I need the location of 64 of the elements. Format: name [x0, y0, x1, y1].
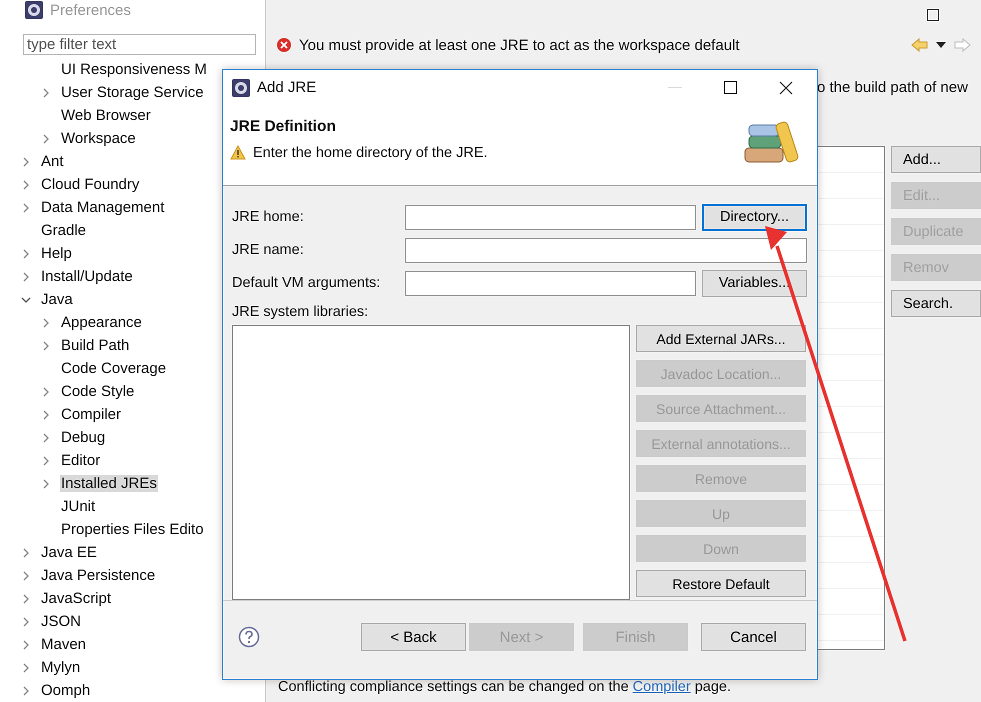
wizard-button[interactable]: < Back	[361, 623, 466, 652]
tree-item[interactable]: Compiler	[60, 406, 122, 423]
dialog-title: Add JRE	[257, 79, 316, 96]
tree-item[interactable]: Cloud Foundry	[40, 176, 140, 193]
tree-item[interactable]: Workspace	[60, 130, 137, 147]
window-title: Preferences	[50, 2, 131, 18]
tree-item[interactable]: JavaScript	[40, 590, 112, 607]
tree-item[interactable]: Install/Update	[40, 268, 134, 285]
filter-field[interactable]: type filter text	[23, 34, 256, 55]
error-icon	[276, 37, 292, 53]
text-field[interactable]	[405, 270, 696, 296]
browse-button[interactable]: Directory...	[702, 204, 807, 231]
field-label: JRE name:	[232, 242, 305, 258]
forward-arrow-icon[interactable]	[953, 38, 971, 52]
maximize-icon[interactable]	[927, 9, 939, 21]
tree-item[interactable]: Maven	[40, 636, 88, 653]
eclipse-icon	[231, 78, 251, 98]
tree-item[interactable]: Appearance	[60, 314, 143, 331]
tree-item[interactable]: Java Persistence	[40, 567, 156, 584]
text-field[interactable]	[405, 238, 807, 263]
compiler-link[interactable]: Compiler	[632, 679, 691, 695]
tree-item[interactable]: Build Path	[60, 337, 130, 354]
dialog-message: Enter the home directory of the JRE.	[253, 144, 488, 161]
maximize-icon[interactable]	[724, 81, 737, 94]
error-message: You must provide at least one JRE to act as the workspace default	[299, 36, 740, 54]
tree-item[interactable]: Code Style	[60, 383, 136, 400]
tree-item[interactable]: Java	[40, 291, 74, 308]
jre-table[interactable]	[816, 146, 885, 650]
tree-item[interactable]: Data Management	[40, 199, 166, 216]
help-icon[interactable]	[238, 626, 260, 648]
eclipse-icon	[24, 0, 44, 20]
footer-text: Conflicting compliance settings can be changed on the Compiler page.	[278, 679, 732, 695]
tree-item[interactable]: Help	[40, 245, 73, 262]
tree-item[interactable]: JSON	[40, 613, 82, 630]
tree-item[interactable]: JUnit	[60, 498, 96, 515]
tree-item[interactable]: User Storage Service	[60, 84, 205, 101]
text-field[interactable]	[405, 204, 696, 230]
tree-item[interactable]: Ant	[40, 153, 65, 170]
side-button[interactable]: Add...	[891, 146, 981, 173]
libraries-label: JRE system libraries:	[232, 304, 370, 320]
tree-item[interactable]: UI Responsiveness M	[60, 61, 208, 78]
field-label: Default VM arguments:	[232, 275, 382, 292]
dialog-heading: JRE Definition	[230, 118, 337, 136]
field-label: JRE home:	[232, 209, 305, 226]
description-text: o the build path of new	[817, 79, 968, 96]
browse-button[interactable]: Variables...	[702, 270, 807, 297]
tree-item[interactable]: Gradle	[40, 222, 88, 239]
tree-item[interactable]: Editor	[60, 452, 102, 469]
tree-item[interactable]: Web Browser	[60, 107, 152, 124]
tree-item[interactable]: Java EE	[40, 544, 98, 561]
back-arrow-icon[interactable]	[911, 38, 929, 52]
tree-item[interactable]: Mylyn	[40, 659, 82, 676]
warning-icon	[230, 145, 246, 160]
tree-item[interactable]: Code Coverage	[60, 360, 168, 377]
tree-item[interactable]: Oomph	[40, 682, 92, 699]
dropdown-icon[interactable]	[936, 42, 946, 48]
tree-item[interactable]: Properties Files Edito	[60, 521, 205, 538]
library-button[interactable]: Add External JARs...	[636, 325, 806, 352]
side-button[interactable]: Search.	[891, 290, 981, 317]
library-button[interactable]: Restore Default	[636, 570, 806, 598]
tree-item[interactable]: Debug	[60, 429, 106, 446]
wizard-button[interactable]: Cancel	[701, 623, 806, 652]
close-icon[interactable]	[779, 80, 793, 95]
tree-item[interactable]: Installed JREs	[60, 475, 158, 492]
